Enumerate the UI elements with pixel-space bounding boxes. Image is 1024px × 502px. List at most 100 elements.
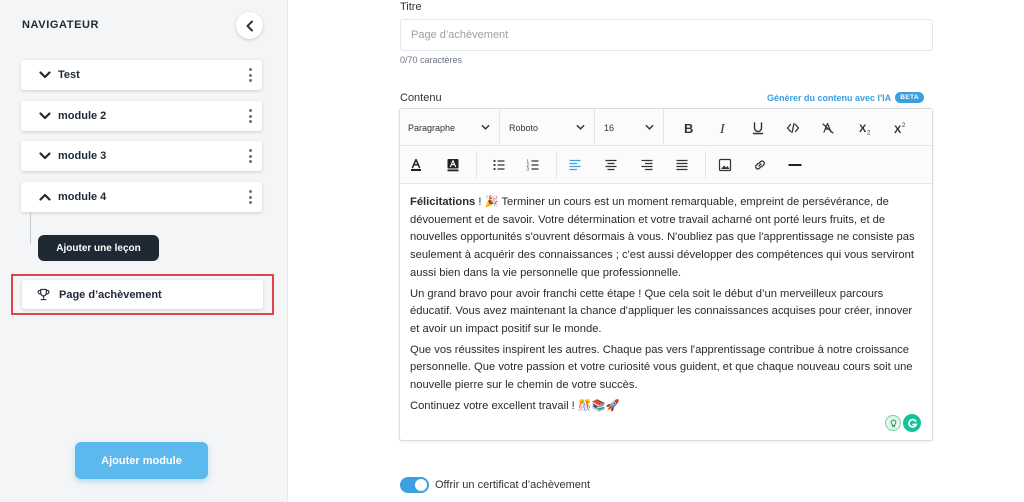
svg-text:2: 2: [902, 123, 906, 129]
clear-formatting-button[interactable]: [817, 117, 839, 139]
insert-image-button[interactable]: [714, 154, 736, 176]
highlight-color-button[interactable]: [442, 154, 464, 176]
module-item-module-2[interactable]: module 2: [21, 101, 262, 131]
collapse-sidebar-button[interactable]: [236, 12, 263, 39]
trophy-icon: [37, 288, 50, 301]
numbered-list-icon: 123: [527, 159, 539, 172]
image-icon: [718, 158, 732, 172]
align-center-icon: [605, 159, 617, 171]
font-family-select[interactable]: Roboto: [501, 109, 595, 146]
content-bold-text: Félicitations: [410, 196, 476, 208]
superscript-icon: X2: [894, 123, 906, 135]
clear-formatting-icon: [822, 122, 834, 134]
align-justify-icon: [676, 159, 688, 171]
font-size-select[interactable]: 16: [596, 109, 664, 146]
chevron-up-icon[interactable]: [39, 191, 52, 204]
text-color-icon: [411, 158, 421, 171]
bullet-list-icon: [493, 159, 505, 171]
block-format-select[interactable]: Paragraphe: [400, 109, 500, 146]
insert-link-button[interactable]: [749, 154, 771, 176]
code-icon: [786, 122, 800, 134]
more-options-icon[interactable]: [248, 149, 252, 163]
lightbulb-icon[interactable]: [885, 415, 901, 431]
toggle-knob: [415, 479, 427, 491]
content-paragraph: Continuez votre excellent travail ! 🎊📚🚀: [410, 399, 620, 412]
beta-badge: BETA: [895, 92, 924, 103]
char-count: 0/70 caractères: [400, 55, 463, 65]
add-lesson-button[interactable]: Ajouter une leçon: [38, 235, 159, 261]
align-right-icon: [641, 159, 653, 171]
certificate-toggle-label: Offrir un certificat d’achèvement: [435, 479, 591, 491]
content-paragraph: Que vos réussites inspirent les autres. …: [410, 343, 913, 392]
module-item-module-4[interactable]: module 4: [21, 182, 262, 212]
module-label: Test: [58, 69, 80, 81]
toolbar-divider: [476, 151, 477, 179]
svg-text:X: X: [894, 124, 902, 135]
font-family-value: Roboto: [509, 122, 539, 133]
module-item-test[interactable]: Test: [21, 60, 262, 90]
course-navigator-sidebar: NAVIGATEUR Test module 2 module 3 module…: [0, 0, 288, 502]
more-options-icon[interactable]: [248, 68, 252, 82]
horizontal-rule-button[interactable]: [784, 154, 806, 176]
toolbar-divider: [556, 151, 557, 179]
italic-icon: I: [719, 122, 726, 135]
align-left-icon: [569, 159, 581, 171]
bold-icon: B: [684, 121, 693, 135]
align-justify-button[interactable]: [671, 154, 693, 176]
module-label: module 4: [58, 191, 107, 203]
module-item-module-3[interactable]: module 3: [21, 141, 262, 171]
svg-text:3: 3: [527, 167, 530, 172]
chevron-left-icon: [246, 20, 253, 31]
bold-button[interactable]: B: [677, 117, 699, 139]
content-paragraph: Félicitations ! 🎉 Terminer un cours est …: [410, 194, 922, 283]
module-label: module 3: [58, 150, 107, 162]
certificate-toggle[interactable]: [400, 477, 429, 493]
align-left-button[interactable]: [564, 154, 586, 176]
chevron-down-icon[interactable]: [39, 110, 52, 123]
rich-text-editor: Paragraphe Roboto 16 B I X 2 X 2 1 2 3 F…: [399, 108, 933, 441]
align-right-button[interactable]: [636, 154, 658, 176]
editor-toolbar-row-1: Paragraphe Roboto 16 B I X 2 X 2: [400, 109, 932, 146]
grammarly-icon[interactable]: [903, 414, 921, 432]
subscript-button[interactable]: X2: [854, 117, 876, 139]
code-button[interactable]: [782, 117, 804, 139]
font-size-value: 16: [604, 122, 615, 133]
ai-link-label: Générer du contenu avec l'IA: [767, 92, 892, 103]
editor-toolbar-row-2: 123: [400, 146, 932, 184]
chevron-down-icon[interactable]: [39, 69, 52, 82]
subscript-icon: X2: [859, 123, 871, 136]
more-options-icon[interactable]: [248, 190, 252, 204]
navigator-title: NAVIGATEUR: [22, 19, 100, 31]
chevron-down-icon: [576, 124, 585, 130]
svg-text:B: B: [684, 121, 693, 135]
italic-button[interactable]: I: [712, 117, 734, 139]
bullet-list-button[interactable]: [488, 154, 510, 176]
title-label: Titre: [400, 1, 422, 13]
toolbar-divider: [705, 151, 706, 179]
link-icon: [755, 160, 765, 170]
svg-text:X: X: [859, 123, 867, 135]
superscript-button[interactable]: X2: [889, 117, 911, 139]
more-options-icon[interactable]: [248, 109, 252, 123]
editor-content-area[interactable]: Félicitations ! 🎉 Terminer un cours est …: [410, 194, 922, 418]
module-label: module 2: [58, 110, 107, 122]
horizontal-rule-icon: [788, 164, 802, 166]
chevron-down-icon[interactable]: [39, 150, 52, 163]
block-format-value: Paragraphe: [408, 122, 456, 133]
completion-page-item[interactable]: Page d’achèvement: [22, 280, 263, 309]
highlight-color-icon: [447, 159, 459, 172]
underline-button[interactable]: [747, 117, 769, 139]
align-center-button[interactable]: [600, 154, 622, 176]
generate-ai-content-link[interactable]: Générer du contenu avec l'IA BETA: [767, 92, 924, 103]
add-module-button[interactable]: Ajouter module: [75, 442, 208, 479]
tree-connector-line: [30, 212, 31, 244]
svg-text:2: 2: [867, 131, 871, 136]
svg-text:I: I: [719, 122, 726, 135]
text-color-button[interactable]: [405, 154, 427, 176]
content-text: ! 🎉 Terminer un cours est un moment rema…: [410, 196, 915, 279]
completion-page-label: Page d’achèvement: [59, 288, 162, 301]
content-paragraph: Un grand bravo pour avoir franchi cette …: [410, 287, 913, 335]
chevron-down-icon: [645, 124, 654, 130]
numbered-list-button[interactable]: 123: [522, 154, 544, 176]
title-input[interactable]: [400, 19, 933, 51]
